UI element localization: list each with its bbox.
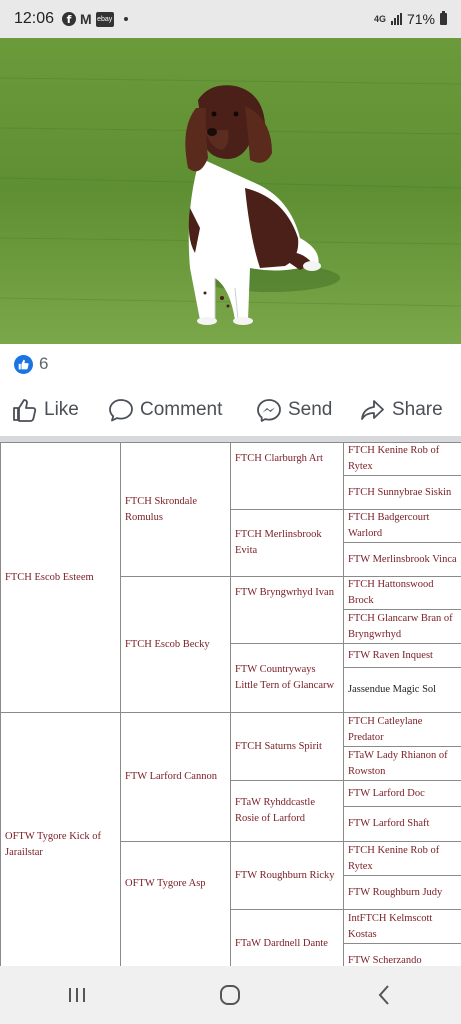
gg-10: FTaW Lady Rhianon of Rowston xyxy=(343,746,461,781)
dam-dam-sire: FTW Roughburn Ricky xyxy=(230,841,344,910)
home-button[interactable] xyxy=(200,975,260,1015)
facebook-icon: f xyxy=(62,12,77,26)
comment-icon xyxy=(109,399,133,422)
recent-apps-icon xyxy=(68,988,85,1002)
send-button[interactable]: Send xyxy=(256,398,332,422)
back-icon xyxy=(378,985,389,1005)
dam-dam: OFTW Tygore Asp xyxy=(120,841,231,966)
gg-4: FTW Merlinsbrook Vinca xyxy=(343,542,461,577)
gg-9: FTCH Catleylane Predator xyxy=(343,712,461,747)
notification-dot-icon xyxy=(123,17,128,21)
dam-dam-dam: FTaW Dardnell Dante xyxy=(230,909,344,966)
gg-15: IntFTCH Kelmscott Kostas xyxy=(343,909,461,944)
status-bar: 12:06 f M ebay 4G 71% xyxy=(0,0,461,38)
sire-dam-sire: FTW Bryngwrhyd Ivan xyxy=(230,576,344,644)
recent-apps-button[interactable] xyxy=(47,975,107,1015)
gg-11: FTW Larford Doc xyxy=(343,780,461,807)
signal-icon xyxy=(390,13,402,25)
sire-sire: FTCH Skrondale Romulus xyxy=(120,442,231,577)
thumbs-up-icon xyxy=(13,399,37,422)
reaction-summary[interactable]: 6 xyxy=(14,353,48,375)
system-nav-bar xyxy=(0,966,461,1024)
gg-3: FTCH Badgercourt Warlord xyxy=(343,509,461,543)
dam-sire: FTW Larford Cannon xyxy=(120,712,231,842)
battery-percent: 71% xyxy=(406,11,435,27)
notification-icons: f M ebay xyxy=(62,11,128,27)
gg-2: FTCH Sunnybrae Siskin xyxy=(343,475,461,510)
comment-label: Comment xyxy=(140,399,223,420)
comment-button[interactable]: Comment xyxy=(108,398,222,422)
share-icon xyxy=(361,400,384,420)
gg-1: FTCH Kenine Rob of Rytex xyxy=(343,442,461,476)
post-photo[interactable] xyxy=(0,38,461,344)
like-label: Like xyxy=(44,399,79,420)
dam: OFTW Tygore Kick of Jarailstar xyxy=(0,712,121,966)
network-type: 4G xyxy=(373,14,386,24)
sire-dam: FTCH Escob Becky xyxy=(120,576,231,713)
gg-7b: FTW Raven Inquest xyxy=(343,643,461,668)
gg-14: FTW Roughburn Judy xyxy=(343,875,461,910)
gg-16: FTW Scherzando xyxy=(343,943,461,966)
gg-5: FTCH Hattonswood Brock xyxy=(343,576,461,610)
gg-13: FTCH Kenine Rob of Rytex xyxy=(343,841,461,876)
like-icon xyxy=(14,354,33,374)
gmail-icon: M xyxy=(80,11,92,27)
post-actions: Like Comment Send Share xyxy=(0,390,461,430)
sire: FTCH Escob Esteem xyxy=(0,442,121,713)
sire-dam-dam: FTW Countryways Little Tern of Glancarw xyxy=(230,643,344,713)
send-label: Send xyxy=(288,399,333,420)
sire-sire-dam: FTCH Merlinsbrook Evita xyxy=(230,509,344,577)
spaniel-photo xyxy=(0,38,461,344)
battery-icon xyxy=(440,11,447,25)
share-button[interactable]: Share xyxy=(360,398,443,422)
gg-6: FTCH Glancarw Bran of Bryngwrhyd xyxy=(343,609,461,644)
dam-sire-dam: FTaW Ryhddcastle Rosie of Larford xyxy=(230,780,344,842)
gg-8: Jassendue Magic Sol xyxy=(343,667,461,713)
share-label: Share xyxy=(392,399,443,420)
sire-sire-sire: FTCH Clarburgh Art xyxy=(230,442,344,510)
pedigree-table: FTCH Escob Esteem FTCH Skrondale Romulus… xyxy=(0,442,461,966)
messenger-icon xyxy=(257,399,281,422)
reaction-count: 6 xyxy=(39,354,49,373)
like-button[interactable]: Like xyxy=(12,398,79,422)
ebay-icon: ebay xyxy=(95,11,114,27)
back-button[interactable] xyxy=(354,975,414,1015)
home-icon xyxy=(220,985,241,1005)
gg-12: FTW Larford Shaft xyxy=(343,806,461,842)
pedigree-chart: FTCH Escob Esteem FTCH Skrondale Romulus… xyxy=(0,442,461,966)
status-time: 12:06 xyxy=(14,10,55,27)
dam-sire-sire: FTCH Saturns Spirit xyxy=(230,712,344,781)
system-icons: 4G 71% xyxy=(374,11,447,27)
